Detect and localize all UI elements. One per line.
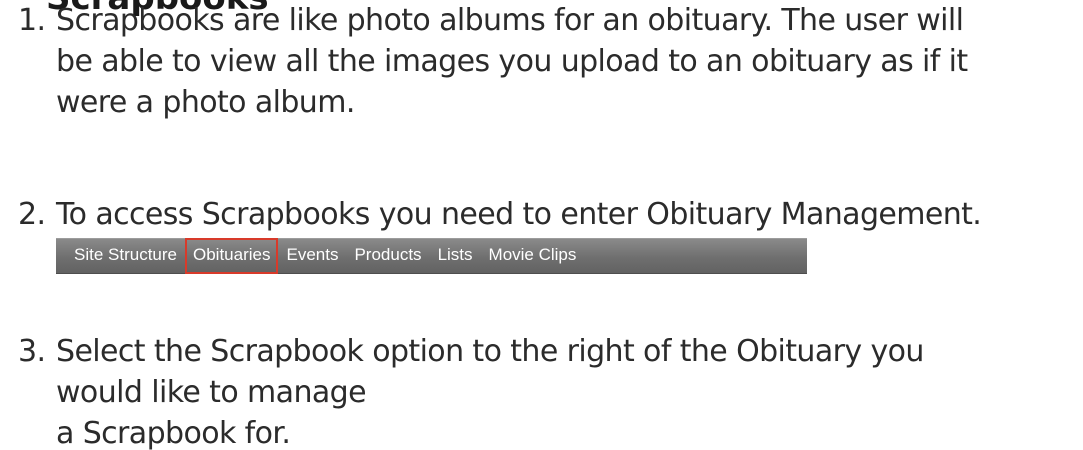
document-page: Scrapbooks 1. Scrapbooks are like photo … [0,0,1083,450]
nav-item-products[interactable]: Products [346,238,429,274]
step-line: Scrapbooks are like photo albums for an … [56,3,964,38]
nav-item-events[interactable]: Events [278,238,346,274]
step-number: 3. [18,334,46,369]
step-text: Select the Scrapbook option to the right… [56,331,924,450]
step-line: Select the Scrapbook option to the right… [56,334,924,369]
nav-item-movie-clips[interactable]: Movie Clips [481,238,585,274]
admin-nav-bar: Site Structure Obituaries Events Product… [56,238,807,274]
step-number: 1. [18,3,46,38]
nav-item-lists[interactable]: Lists [430,238,481,274]
step-text: Scrapbooks are like photo albums for an … [56,0,968,123]
step-line: would like to manage [56,375,367,410]
step-line: a Scrapbook for. [56,416,291,450]
step-text: To access Scrapbooks you need to enter O… [56,194,982,235]
step-number: 2. [18,197,46,232]
step-line: To access Scrapbooks you need to enter O… [56,197,982,232]
nav-item-site-structure[interactable]: Site Structure [66,238,185,274]
step-line: be able to view all the images you uploa… [56,44,968,79]
step-line: were a photo album. [56,85,355,120]
nav-item-obituaries[interactable]: Obituaries [185,238,279,274]
